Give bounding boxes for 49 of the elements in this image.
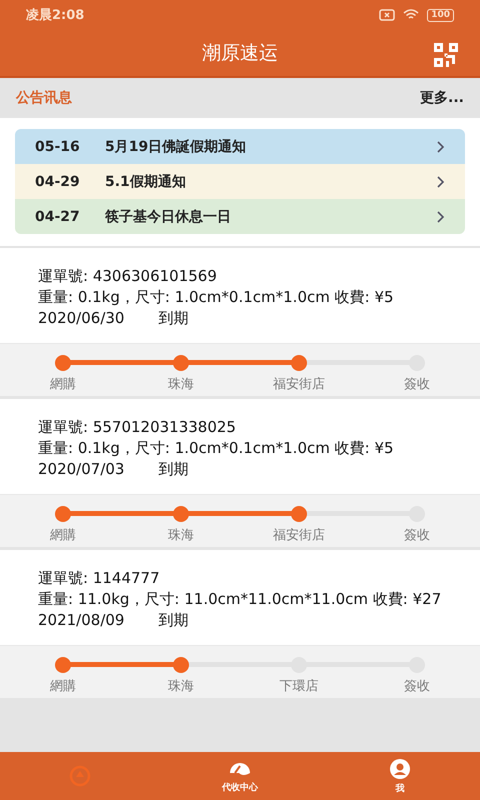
step-label: 珠海 (168, 678, 194, 695)
notice-item[interactable]: 04-27 筷子基今日休息一日 (15, 199, 465, 234)
step-label: 網購 (50, 527, 76, 544)
step-label: 網購 (50, 376, 76, 393)
due-label: 到期 (158, 610, 188, 631)
chevron-right-icon (437, 210, 445, 222)
waybill-number: 運單號: 4306306101569 (38, 266, 218, 287)
due-date: 2020/07/03 (38, 459, 124, 480)
due-label: 到期 (158, 308, 188, 329)
sim-icon (379, 9, 396, 21)
notice-item[interactable]: 04-29 5.1假期通知 (15, 164, 465, 199)
waybill-number: 運單號: 557012031338025 (38, 417, 237, 438)
due-date: 2020/06/30 (38, 308, 124, 329)
shipment-card[interactable]: 運單號: 4306306101569 重量: 0.1kg，尺寸: 1.0cm*0.1cm*1.0cm 收費: ¥5 2020/06/30 到期 (0, 248, 480, 343)
step-label: 福安街店 (273, 527, 325, 544)
step-label: 下環店 (280, 678, 318, 695)
notice-item[interactable]: 05-16 5月19日佛誕假期通知 (15, 129, 465, 164)
shipment-details: 重量: 0.1kg，尺寸: 1.0cm*0.1cm*1.0cm 收費: ¥5 (38, 287, 395, 308)
step-label: 簽收 (404, 376, 430, 393)
due-date: 2021/08/09 (38, 610, 124, 631)
section-title: 公告讯息 (16, 89, 72, 107)
chevron-right-icon (437, 140, 445, 152)
step-label: 珠海 (168, 527, 194, 544)
step-label: 簽收 (404, 527, 430, 544)
waybill-number: 運單號: 1144777 (38, 568, 161, 589)
more-link[interactable]: 更多... (420, 89, 464, 107)
tab-item[interactable]: 代收中心 (160, 752, 320, 800)
chevron-right-icon (437, 176, 445, 188)
battery-indicator: 100 (427, 8, 454, 22)
wifi-icon (403, 9, 420, 21)
shipment-details: 重量: 11.0kg，尺寸: 11.0cm*11.0cm*11.0cm 收費: ¥27 (38, 589, 442, 610)
notice-date: 05-16 (35, 138, 81, 154)
step-label: 珠海 (168, 376, 194, 393)
notice-title: 5.1假期通知 (105, 172, 187, 190)
step-label: 福安街店 (273, 376, 325, 393)
status-time: 凌晨2:08 (26, 7, 84, 24)
app-title: 潮原速运 (202, 41, 278, 66)
due-label: 到期 (158, 459, 188, 480)
notice-title: 筷子基今日休息一日 (105, 208, 232, 226)
notice-title: 5月19日佛誕假期通知 (105, 138, 248, 156)
qr-code-icon[interactable] (434, 43, 458, 67)
shipment-card[interactable]: 運單號: 1144777 重量: 11.0kg，尺寸: 11.0cm*11.0cm*11.0cm 收費: ¥27 2021/08/09 到期 (0, 550, 480, 645)
shipment-details: 重量: 0.1kg，尺寸: 1.0cm*0.1cm*1.0cm 收費: ¥5 (38, 438, 395, 459)
step-label: 簽收 (404, 678, 430, 695)
notice-date: 04-29 (35, 174, 81, 190)
tab-item[interactable]: 我 (320, 752, 480, 800)
step-label: 網購 (50, 678, 76, 695)
notice-date: 04-27 (35, 208, 81, 224)
shipment-card[interactable]: 運單號: 557012031338025 重量: 0.1kg，尺寸: 1.0cm*0.1cm*1.0cm 收費: ¥5 2020/07/03 到期 (0, 399, 480, 494)
